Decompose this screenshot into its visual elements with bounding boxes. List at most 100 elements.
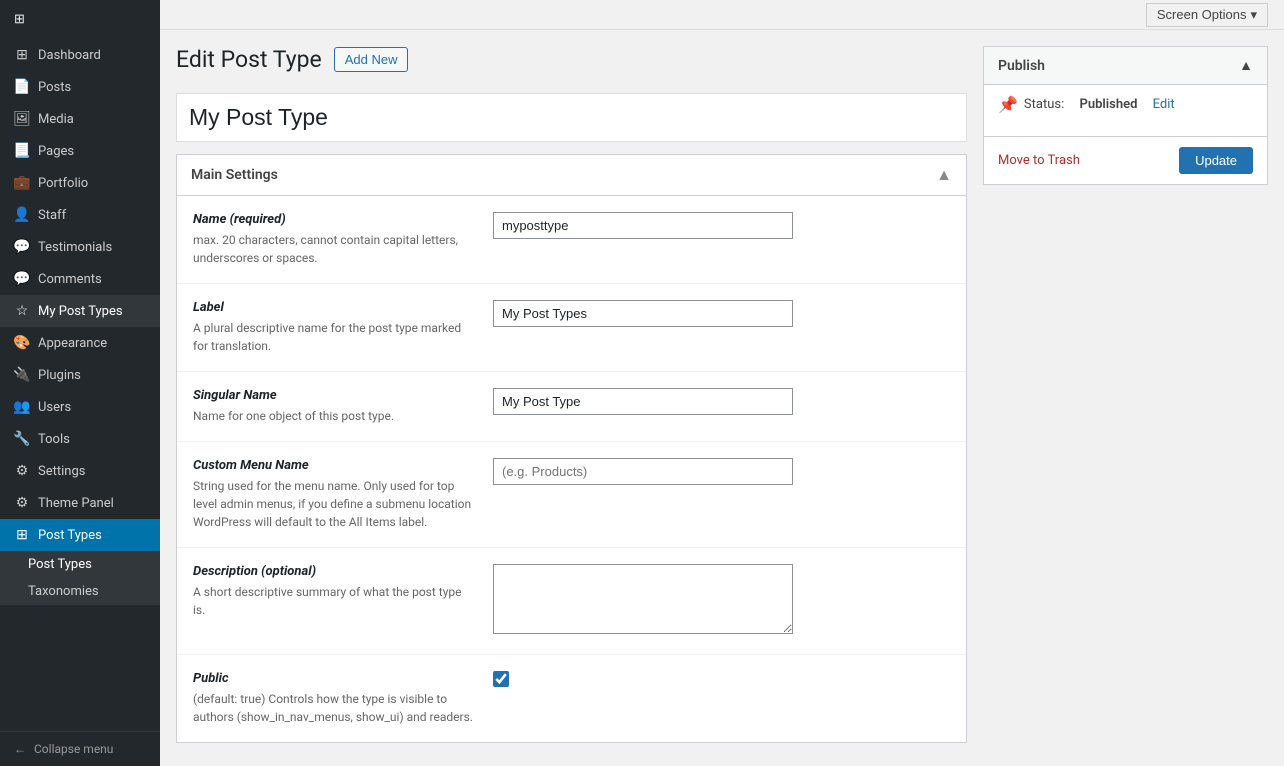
submenu-item-post-types[interactable]: Post Types (0, 551, 160, 578)
publish-body: 📌 Status: Published Edit (984, 85, 1267, 136)
posts-icon: 📄 (14, 79, 30, 95)
sidebar-item-my-post-types[interactable]: ☆ My Post Types ↓ (0, 295, 160, 327)
pin-icon: 📌 (998, 95, 1018, 114)
submenu-label: Post Types (28, 557, 92, 572)
pages-icon: 📃 (14, 143, 30, 159)
sidebar-item-label: Settings (38, 464, 85, 479)
name-input[interactable] (493, 212, 793, 239)
panel-header[interactable]: Main Settings ▲ (177, 155, 966, 196)
update-button[interactable]: Update (1179, 147, 1253, 174)
sidebar-item-pages[interactable]: 📃 Pages (0, 135, 160, 167)
sidebar-item-testimonials[interactable]: 💬 Testimonials (0, 231, 160, 263)
field-name: Name (required) max. 20 characters, cann… (177, 196, 966, 284)
sidebar-item-settings[interactable]: ⚙ Settings (0, 455, 160, 487)
sidebar-item-label: Plugins (38, 368, 81, 383)
chevron-down-icon: ▾ (1250, 7, 1257, 23)
sidebar-item-label: Media (38, 112, 74, 127)
field-desc: A short descriptive summary of what the … (193, 583, 473, 619)
sidebar-item-comments[interactable]: 💬 Comments (0, 263, 160, 295)
description-textarea[interactable] (493, 564, 793, 634)
collapse-icon: ← (14, 742, 26, 756)
publish-title: Publish (998, 58, 1045, 74)
field-desc: String used for the menu name. Only used… (193, 477, 473, 531)
media-icon: 🖼 (14, 111, 30, 127)
publish-toggle-icon: ▲ (1239, 57, 1253, 74)
sidebar-item-post-types[interactable]: ⊞ Post Types (0, 519, 160, 551)
screen-options-button[interactable]: Screen Options ▾ (1146, 3, 1268, 27)
field-label-col: Label A plural descriptive name for the … (193, 300, 473, 355)
submenu-label: Taxonomies (28, 584, 99, 599)
sidebar-item-theme-panel[interactable]: ⚙ Theme Panel (0, 487, 160, 519)
field-singular-name: Singular Name Name for one object of thi… (177, 372, 966, 442)
public-checkbox[interactable] (493, 671, 509, 687)
sidebar-item-label: My Post Types (38, 304, 123, 319)
panel-body: Name (required) max. 20 characters, cann… (177, 196, 966, 742)
sidebar-item-dashboard[interactable]: ⊞ Dashboard (0, 39, 160, 71)
sidebar-item-label: Post Types (38, 528, 102, 543)
custom-menu-name-input[interactable] (493, 458, 793, 485)
field-custom-menu-name: Custom Menu Name String used for the men… (177, 442, 966, 548)
publish-footer: Move to Trash Update (984, 136, 1267, 184)
right-column: Publish ▲ 📌 Status: Published Edit Move … (983, 46, 1268, 750)
post-types-submenu: Post Types Taxonomies (0, 551, 160, 605)
staff-icon: 👤 (14, 207, 30, 223)
topbar: Screen Options ▾ (160, 0, 1284, 30)
field-label: Name (required) (193, 212, 473, 227)
sidebar-item-posts[interactable]: 📄 Posts (0, 71, 160, 103)
content-area: Edit Post Type Add New Main Settings ▲ N… (160, 30, 1284, 766)
field-label-col: Name (required) max. 20 characters, cann… (193, 212, 473, 267)
move-to-trash-link[interactable]: Move to Trash (998, 153, 1080, 168)
tools-icon: 🔧 (14, 431, 30, 447)
my-post-types-icon: ☆ (14, 303, 30, 319)
field-label: Label (193, 300, 473, 315)
label-input[interactable] (493, 300, 793, 327)
status-edit-link[interactable]: Edit (1153, 97, 1175, 112)
field-control (493, 564, 950, 638)
panel-title: Main Settings (191, 167, 278, 183)
field-label-col: Singular Name Name for one object of thi… (193, 388, 473, 425)
field-label-col: Public (default: true) Controls how the … (193, 671, 473, 726)
publish-status: 📌 Status: Published Edit (998, 95, 1253, 114)
field-desc: (default: true) Controls how the type is… (193, 690, 473, 726)
post-title-input[interactable] (176, 93, 967, 142)
main-settings-panel: Main Settings ▲ Name (required) max. 20 … (176, 154, 967, 743)
add-new-button[interactable]: Add New (334, 47, 409, 72)
sidebar-item-label: Posts (38, 80, 71, 95)
main-area: Screen Options ▾ Edit Post Type Add New … (160, 0, 1284, 766)
sidebar-item-media[interactable]: 🖼 Media (0, 103, 160, 135)
sidebar-item-appearance[interactable]: 🎨 Appearance (0, 327, 160, 359)
field-label-row: Label A plural descriptive name for the … (177, 284, 966, 372)
field-label: Singular Name (193, 388, 473, 403)
page-title: Edit Post Type (176, 46, 322, 73)
sidebar-item-label: Comments (38, 272, 102, 287)
submenu-item-taxonomies[interactable]: Taxonomies (0, 578, 160, 605)
comments-icon: 💬 (14, 271, 30, 287)
post-types-icon: ⊞ (14, 527, 30, 543)
panel-toggle-icon: ▲ (936, 165, 952, 185)
sidebar-item-staff[interactable]: 👤 Staff (0, 199, 160, 231)
sidebar-item-label: Theme Panel (38, 496, 114, 511)
field-label-col: Custom Menu Name String used for the men… (193, 458, 473, 531)
testimonials-icon: 💬 (14, 239, 30, 255)
sidebar-item-portfolio[interactable]: 💼 Portfolio (0, 167, 160, 199)
field-control (493, 300, 950, 327)
field-label: Custom Menu Name (193, 458, 473, 473)
sidebar-item-tools[interactable]: 🔧 Tools (0, 423, 160, 455)
sidebar-item-label: Pages (38, 144, 74, 159)
collapse-label: Collapse menu (34, 742, 113, 756)
status-label: Status: (1024, 97, 1064, 112)
publish-panel: Publish ▲ 📌 Status: Published Edit Move … (983, 46, 1268, 185)
sidebar-logo: ⊞ (0, 0, 160, 39)
singular-name-input[interactable] (493, 388, 793, 415)
plugins-icon: 🔌 (14, 367, 30, 383)
sidebar-item-plugins[interactable]: 🔌 Plugins (0, 359, 160, 391)
collapse-menu[interactable]: ← Collapse menu (0, 731, 160, 766)
field-description: Description (optional) A short descripti… (177, 548, 966, 655)
sidebar-item-label: Tools (38, 432, 70, 447)
field-label-col: Description (optional) A short descripti… (193, 564, 473, 619)
page-header: Edit Post Type Add New (176, 46, 967, 81)
publish-header: Publish ▲ (984, 47, 1267, 85)
field-control (493, 671, 950, 691)
field-control (493, 388, 950, 415)
sidebar-item-users[interactable]: 👥 Users (0, 391, 160, 423)
